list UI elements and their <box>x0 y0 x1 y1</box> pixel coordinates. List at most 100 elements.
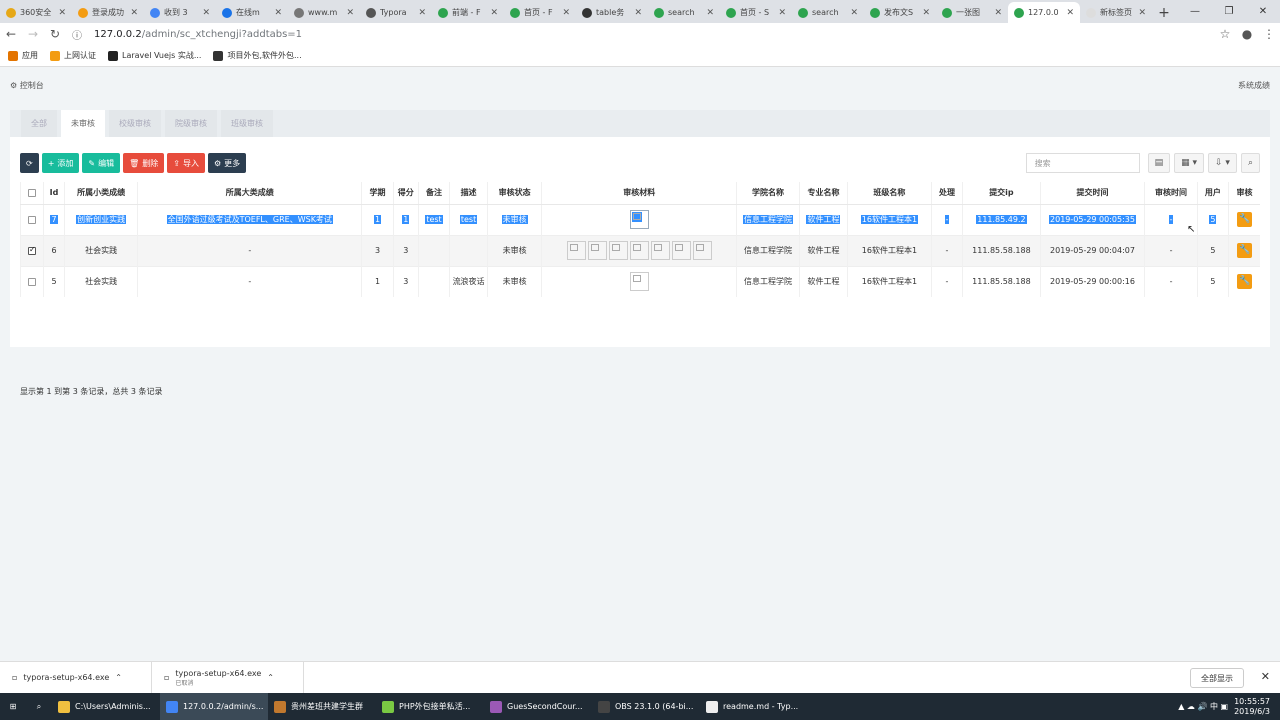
tab-close-icon[interactable]: ✕ <box>418 8 426 18</box>
tab-filter[interactable]: 未审核 <box>61 110 105 137</box>
tab-filter[interactable]: 院级审核 <box>165 110 217 137</box>
table-row[interactable]: 5 社会实践 - 1 3 流浪夜话 未审核 信息工程学院 软件工程 16软件工程本1 - 111.85… <box>19 265 1260 297</box>
export-button[interactable]: ⇩ ▾ <box>1208 153 1237 173</box>
audit-image-thumbnail[interactable] <box>566 241 586 260</box>
row-checkbox-cell[interactable] <box>19 203 44 235</box>
tab-close-icon[interactable]: ✕ <box>778 8 786 18</box>
maximize-icon[interactable]: ❐ <box>1212 0 1246 22</box>
bookmark-item[interactable]: 上网认证 <box>50 50 96 61</box>
search-button[interactable]: ⌕ <box>1240 153 1260 173</box>
show-all-downloads-button[interactable]: 全部显示 <box>1190 668 1244 688</box>
row-checkbox-cell[interactable] <box>19 234 44 266</box>
tab-close-icon[interactable]: ✕ <box>994 8 1002 18</box>
bookmark-star-icon[interactable]: ☆ <box>1214 27 1236 41</box>
browser-tab[interactable]: www.m ✕ <box>288 2 360 23</box>
close-window-icon[interactable]: ✕ <box>1246 0 1280 22</box>
columns-button[interactable]: ▦ ▾ <box>1174 153 1205 173</box>
breadcrumb[interactable]: ⚙ 控制台 <box>10 80 44 91</box>
import-button[interactable]: ⇪ 导入 <box>167 153 205 173</box>
edit-button[interactable]: ✎ 编辑 <box>82 153 121 173</box>
audit-image-thumbnail[interactable] <box>692 241 712 260</box>
bookmark-item[interactable]: 应用 <box>8 50 38 61</box>
bookmark-item[interactable]: 项目外包,软件外包... <box>213 50 302 61</box>
taskbar-app[interactable]: PHP外包接单私活... <box>376 693 484 720</box>
tab-close-icon[interactable]: ✕ <box>202 8 210 18</box>
add-button[interactable]: + 添加 <box>41 153 80 173</box>
new-tab-icon[interactable]: + <box>1152 2 1176 23</box>
wrench-icon[interactable]: 🔧 <box>1237 243 1253 258</box>
browser-tab[interactable]: 前端 - F ✕ <box>432 2 504 23</box>
tab-close-icon[interactable]: ✕ <box>346 8 354 18</box>
search-taskbar-button[interactable]: ⌕ <box>26 693 52 720</box>
browser-tab[interactable]: 127.0.0 ✕ <box>1008 2 1080 23</box>
tab-close-icon[interactable]: ✕ <box>274 8 282 18</box>
row-checkbox[interactable] <box>28 277 37 286</box>
taskbar-app[interactable]: OBS 23.1.0 (64-bi... <box>592 693 700 720</box>
browser-tab[interactable]: 首页 - F ✕ <box>504 2 576 23</box>
browser-tab[interactable]: Typora ✕ <box>360 2 432 23</box>
clock[interactable]: 10:55:57 2019/6/3 <box>1234 697 1270 717</box>
taskbar-app[interactable]: 贵州差班共建学生群 <box>268 693 376 720</box>
refresh-button[interactable]: ⟳ <box>20 153 39 173</box>
tab-close-icon[interactable]: ✕ <box>130 8 138 18</box>
audit-image-thumbnail[interactable] <box>629 241 649 260</box>
tab-close-icon[interactable]: ✕ <box>562 8 570 18</box>
browser-tab[interactable]: search ✕ <box>792 2 864 23</box>
tab-close-icon[interactable]: ✕ <box>1138 8 1146 18</box>
audit-image-thumbnail[interactable] <box>587 241 607 260</box>
column-header[interactable] <box>19 182 44 205</box>
browser-tab[interactable]: table务 ✕ <box>576 2 648 23</box>
browser-tab[interactable]: 在线m ✕ <box>216 2 288 23</box>
wrench-icon[interactable]: 🔧 <box>1237 274 1253 290</box>
browser-tab[interactable]: 首页 - S ✕ <box>720 2 792 23</box>
url-input[interactable]: 127.0.0.2/admin/sc_xtchengji?addtabs=1 <box>94 29 1214 40</box>
browser-tab[interactable]: 收到 3 ✕ <box>144 2 216 23</box>
table-row[interactable]: 6 社会实践 - 3 3 未审核 信息工程学院 软件工程 16软件工程本1 - 111.85.58.… <box>19 234 1260 266</box>
search-input[interactable]: 搜索 <box>1025 153 1140 173</box>
tab-close-icon[interactable]: ✕ <box>634 8 642 18</box>
start-button[interactable]: ⊞ <box>0 693 26 720</box>
browser-tab[interactable]: 发布文S ✕ <box>864 2 936 23</box>
tab-close-icon[interactable]: ✕ <box>850 8 858 18</box>
tab-close-icon[interactable]: ✕ <box>1066 8 1074 18</box>
bookmark-item[interactable]: Laravel Vuejs 实战... <box>108 50 201 61</box>
table-row[interactable]: 7 创新创业实践 全国外语过级考试及TOEFL、GRE、WSK考试 1 1 test tes… <box>19 203 1260 235</box>
forward-icon[interactable]: → <box>22 27 44 41</box>
taskbar-app[interactable]: readme.md - Typ... <box>700 693 808 720</box>
taskbar-app[interactable]: C:\Users\Adminis... <box>52 693 160 720</box>
back-icon[interactable]: ← <box>0 27 22 41</box>
minimize-icon[interactable]: — <box>1178 0 1212 22</box>
tray-icons[interactable]: ▲ ☁ 🔊 中 ▣ <box>1178 701 1228 712</box>
tab-filter[interactable]: 全部 <box>21 110 57 137</box>
row-checkbox[interactable] <box>28 215 37 224</box>
audit-image-thumbnail[interactable] <box>629 210 649 229</box>
wrench-icon[interactable]: 🔧 <box>1237 212 1253 227</box>
account-icon[interactable]: ● <box>1236 27 1258 41</box>
reload-icon[interactable]: ↻ <box>44 27 66 41</box>
browser-tab[interactable]: 登录成功 ✕ <box>72 2 144 23</box>
browser-tab[interactable]: 新标签页 ✕ <box>1080 2 1152 23</box>
taskbar-app[interactable]: GuesSecondCour... <box>484 693 592 720</box>
download-item[interactable]: ▫ typora-setup-x64.exe ⌃ <box>0 661 152 694</box>
tab-close-icon[interactable]: ✕ <box>706 8 714 18</box>
row-checkbox-cell[interactable] <box>19 265 44 297</box>
tab-filter[interactable]: 班级审核 <box>221 110 273 137</box>
taskbar-app[interactable]: 127.0.0.2/admin/s... <box>160 693 268 720</box>
toggle-view-button[interactable]: ▤ <box>1147 153 1171 173</box>
audit-image-thumbnail[interactable] <box>629 272 649 292</box>
tab-close-icon[interactable]: ✕ <box>490 8 498 18</box>
tab-close-icon[interactable]: ✕ <box>922 8 930 18</box>
browser-tab[interactable]: 360安全 ✕ <box>0 2 72 23</box>
download-item[interactable]: ▫ typora-setup-x64.exe 已取消 ⌃ <box>152 661 304 694</box>
tab-filter[interactable]: 校级审核 <box>109 110 161 137</box>
audit-image-thumbnail[interactable] <box>650 241 670 260</box>
audit-image-thumbnail[interactable] <box>671 241 691 260</box>
delete-button[interactable]: 🗑 删除 <box>123 153 165 173</box>
tab-close-icon[interactable]: ✕ <box>58 8 66 18</box>
menu-icon[interactable]: ⋮ <box>1258 27 1280 41</box>
browser-tab[interactable]: 一张图 ✕ <box>936 2 1008 23</box>
more-button[interactable]: ⚙ 更多 <box>207 153 247 173</box>
select-all-checkbox[interactable] <box>28 188 37 197</box>
row-checkbox[interactable] <box>28 245 37 255</box>
chevron-up-icon[interactable]: ⌃ <box>115 673 122 682</box>
